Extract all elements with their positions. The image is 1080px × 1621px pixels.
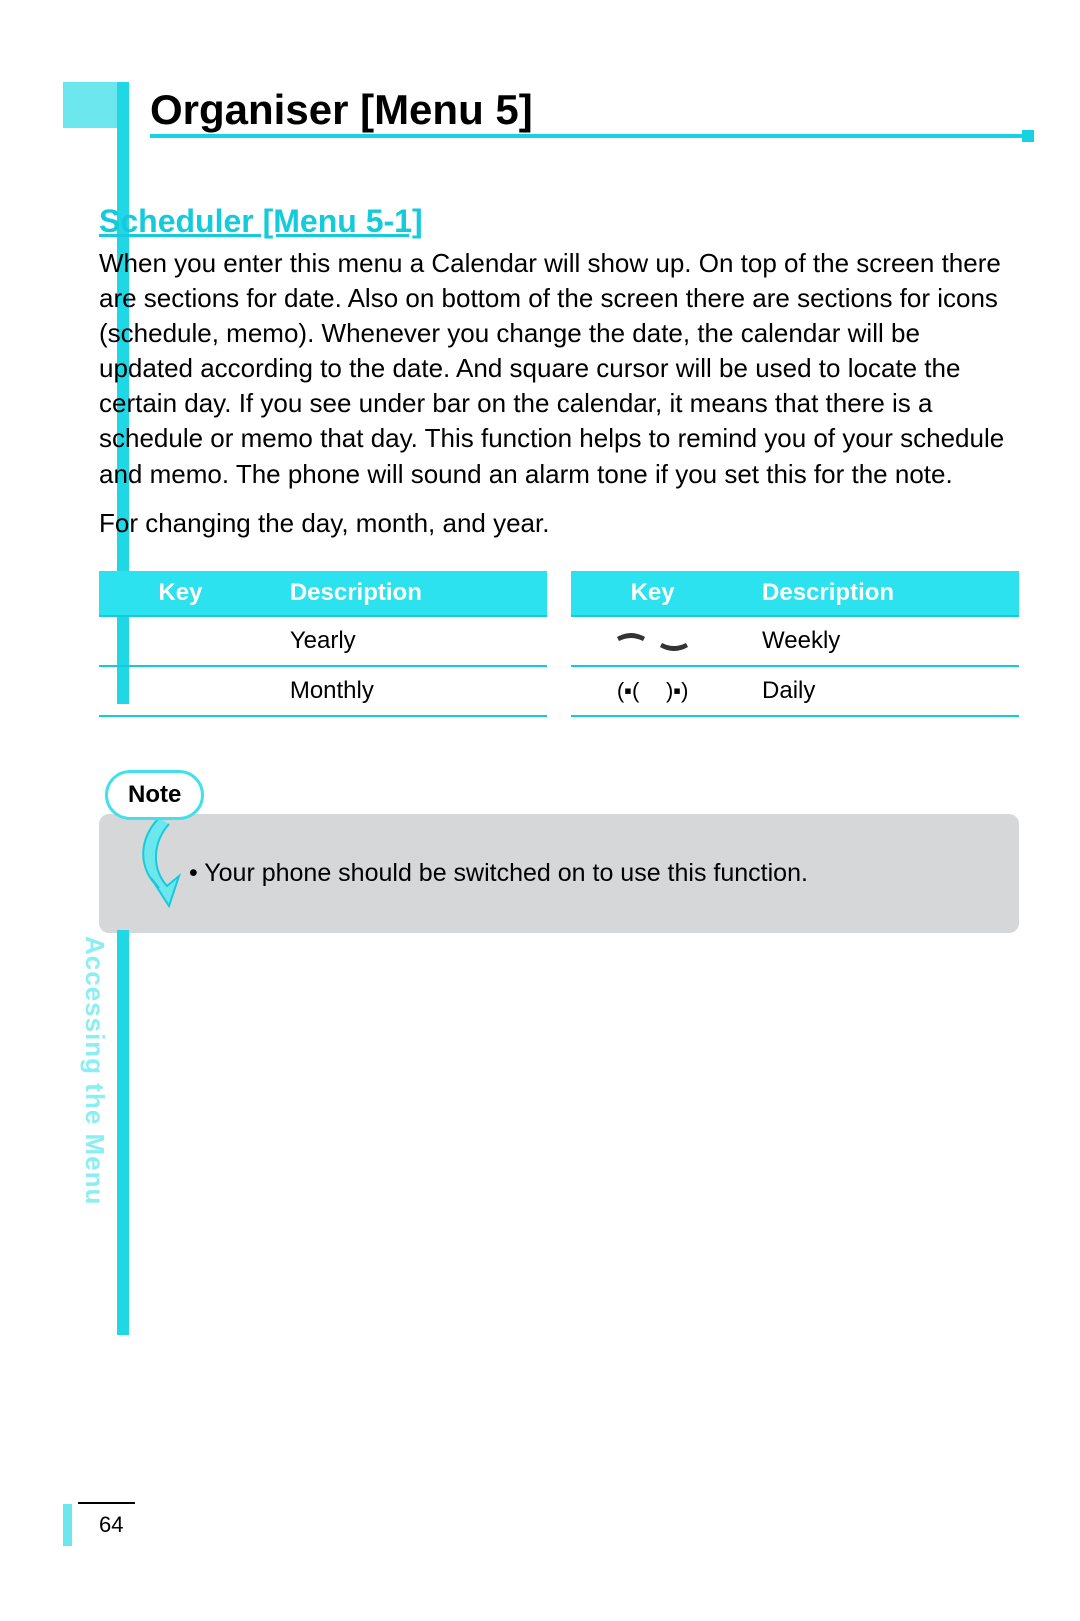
key-cell	[99, 666, 262, 716]
key-description-table: Key Description Key Description Yearly W…	[99, 571, 1019, 717]
table-header-key-left: Key	[99, 571, 262, 616]
desc-cell: Weekly	[734, 616, 1019, 666]
soft-right-key-icon: )▪)	[666, 678, 688, 703]
note-box: Your phone should be switched on to use …	[99, 814, 1019, 933]
page-title: Organiser [Menu 5]	[150, 86, 533, 134]
end-key-icon	[656, 633, 692, 651]
page-number: 64	[99, 1512, 123, 1538]
page-number-rule	[78, 1502, 135, 1504]
title-rule	[150, 134, 1030, 138]
table-header-desc-right: Description	[734, 571, 1019, 616]
desc-cell: Daily	[734, 666, 1019, 716]
desc-cell: Yearly	[262, 616, 547, 666]
body-text: When you enter this menu a Calendar will…	[99, 246, 1019, 555]
key-cell	[99, 616, 262, 666]
key-cell	[571, 616, 734, 666]
page-number-accent	[63, 1504, 72, 1546]
key-cell: (▪( )▪)	[571, 666, 734, 716]
note-tail-icon	[129, 818, 199, 908]
table-row: Monthly (▪( )▪) Daily	[99, 666, 1019, 716]
table-header-desc-left: Description	[262, 571, 547, 616]
note-text: Your phone should be switched on to use …	[189, 856, 989, 891]
note-callout: Note Your phone should be switched on to…	[99, 770, 1019, 933]
send-key-icon	[613, 633, 649, 651]
title-rule-end	[1022, 130, 1034, 142]
note-label: Note	[105, 770, 204, 820]
desc-cell: Monthly	[262, 666, 547, 716]
soft-left-key-icon: (▪(	[617, 678, 639, 703]
table-row: Yearly Weekly	[99, 616, 1019, 666]
table-header-key-right: Key	[571, 571, 734, 616]
section-subtitle-scheduler: Scheduler [Menu 5-1]	[99, 203, 423, 240]
body-paragraph-1: When you enter this menu a Calendar will…	[99, 246, 1019, 492]
body-paragraph-2: For changing the day, month, and year.	[99, 506, 1019, 541]
side-chapter-label: Accessing the Menu	[79, 936, 110, 1205]
